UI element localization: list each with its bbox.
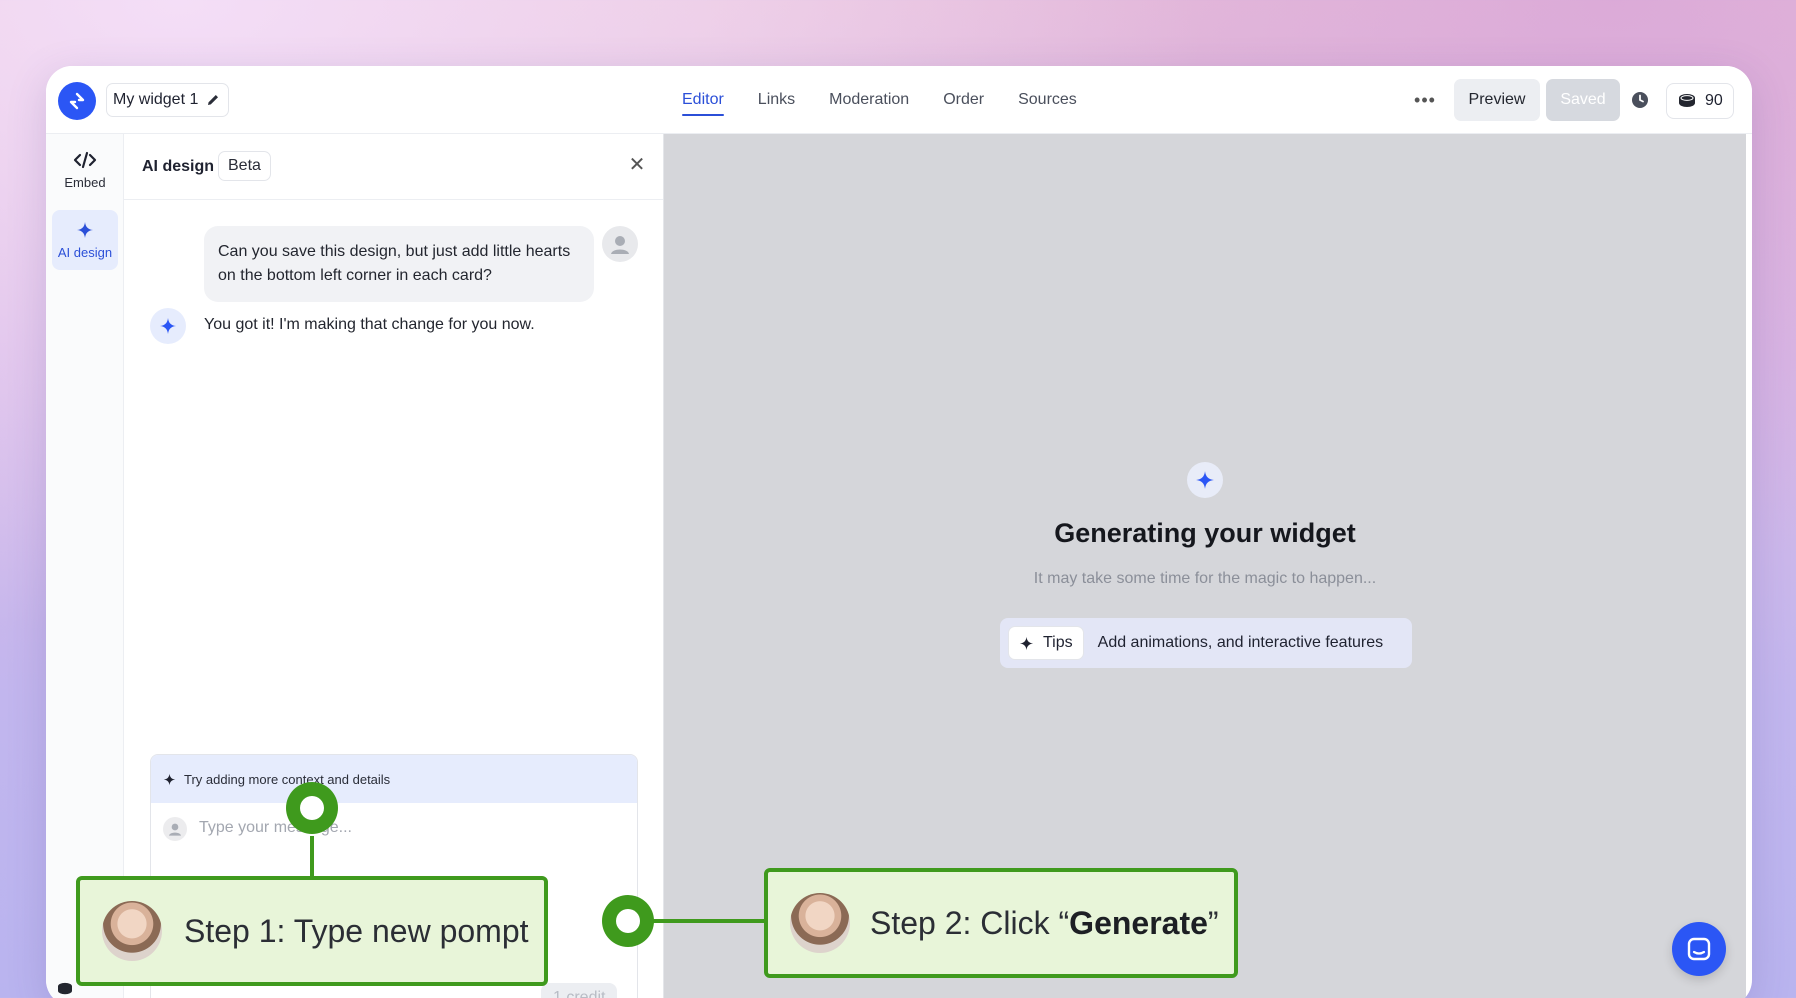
step1-marker (286, 782, 338, 834)
pencil-icon[interactable] (206, 93, 220, 107)
tab-links[interactable]: Links (758, 66, 795, 134)
saved-button[interactable]: Saved (1546, 79, 1620, 121)
avatar (790, 893, 850, 953)
step1-label: Step 1: Type new pompt (184, 912, 529, 949)
step2-prefix: Step 2: Click “ (870, 904, 1070, 941)
credits-badge[interactable]: 90 (1666, 83, 1734, 119)
credits-count: 90 (1705, 92, 1723, 109)
logo-icon (69, 92, 85, 110)
tab-order[interactable]: Order (943, 66, 984, 134)
logo[interactable] (58, 82, 96, 120)
sparkle-glyph (1196, 471, 1214, 489)
close-icon[interactable]: ✕ (625, 152, 649, 176)
tips-button-label: Tips (1043, 634, 1073, 651)
tab-sources[interactable]: Sources (1018, 66, 1077, 134)
panel-title: AI design (142, 158, 215, 175)
ai-avatar (150, 308, 186, 344)
panel-header: AI design Beta ✕ (124, 134, 663, 200)
widget-name-field[interactable]: My widget 1 (106, 83, 230, 117)
assistant-message: You got it! I'm making that change for y… (204, 316, 535, 333)
step1-callout: Step 1: Type new pompt (76, 876, 548, 986)
user-icon (169, 823, 181, 836)
tips-text: Add animations, and interactive features (1097, 634, 1384, 651)
rail-item-embed[interactable]: Embed (52, 140, 118, 200)
chat-launcher-button[interactable] (1672, 922, 1726, 976)
generating-subtitle: It may take some time for the magic to h… (1033, 570, 1377, 587)
tab-moderation[interactable]: Moderation (829, 66, 909, 134)
sparkle-icon (1019, 636, 1034, 650)
sparkle-icon (1187, 462, 1223, 498)
step2-marker (602, 895, 654, 947)
step2-callout: Step 2: Click “Generate” (764, 868, 1238, 978)
top-bar: My widget 1 Editor Links Moderation Orde… (46, 66, 1752, 134)
preview-button[interactable]: Preview (1454, 79, 1540, 121)
step2-bold: Generate (1069, 904, 1208, 941)
step2-suffix: ” (1207, 904, 1219, 941)
rail-item-label: Embed (64, 174, 106, 190)
avatar (102, 901, 162, 961)
avatar (163, 817, 187, 841)
sparkle-icon (160, 318, 176, 334)
generate-button[interactable]: 1 credit (541, 983, 618, 998)
chat-icon (1687, 937, 1711, 961)
avatar (602, 226, 638, 262)
sparkle-icon (77, 221, 93, 238)
rail-item-label: AI design (57, 244, 113, 260)
ai-design-panel: AI design Beta ✕ Can you save this desig… (124, 134, 664, 998)
generating-title: Generating your widget (1054, 518, 1356, 548)
message-input[interactable] (199, 819, 619, 837)
ellipsis-icon[interactable]: ••• (1412, 88, 1438, 112)
rail-item-ai-design[interactable]: AI design (52, 210, 118, 270)
left-rail: Embed AI design (46, 134, 124, 998)
composer-hint: Try adding more context and details (151, 755, 637, 803)
tips-button[interactable]: Tips (1008, 626, 1084, 660)
widget-name: My widget 1 (113, 91, 199, 108)
step2-label: Step 2: Click “Generate” (870, 905, 1219, 942)
clock-icon[interactable] (1630, 90, 1650, 110)
tips-banner: Tips Add animations, and interactive fea… (1000, 618, 1412, 668)
coin-stack-icon (1679, 94, 1695, 107)
main-tabs: Editor Links Moderation Order Sources (682, 66, 1111, 134)
beta-badge: Beta (218, 151, 271, 181)
tab-editor[interactable]: Editor (682, 66, 724, 134)
sparkle-icon (163, 773, 176, 785)
composer-hint-text: Try adding more context and details (184, 771, 391, 787)
user-icon (611, 236, 629, 254)
connector-line (650, 919, 768, 923)
code-icon (73, 151, 97, 168)
user-message: Can you save this design, but just add l… (204, 226, 594, 302)
coin-stack-icon[interactable] (56, 982, 74, 996)
app-window: My widget 1 Editor Links Moderation Orde… (46, 66, 1752, 998)
